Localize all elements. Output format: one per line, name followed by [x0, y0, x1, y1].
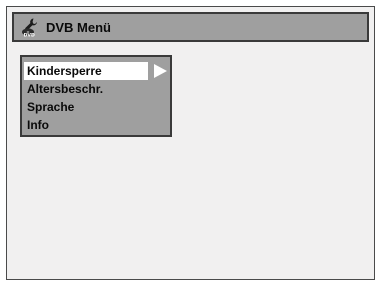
dvb-menu-screen: DVD DVB Menü Kindersperre Altersbeschr. … — [6, 6, 375, 280]
menu-item-kindersperre[interactable]: Kindersperre — [24, 62, 148, 80]
menu-list: Kindersperre Altersbeschr. Sprache Info — [24, 62, 148, 134]
menu-item-info[interactable]: Info — [24, 116, 148, 134]
menu-item-altersbeschr[interactable]: Altersbeschr. — [24, 80, 148, 98]
right-arrow-icon[interactable] — [152, 63, 168, 79]
dvd-settings-icon: DVD — [21, 17, 41, 37]
menu-item-label: Kindersperre — [27, 64, 102, 78]
page-title: DVB Menü — [46, 19, 111, 35]
svg-text:DVD: DVD — [24, 33, 35, 37]
menu-item-label: Info — [27, 118, 49, 132]
menu-item-sprache[interactable]: Sprache — [24, 98, 148, 116]
menu-item-label: Sprache — [27, 100, 75, 114]
menu-item-label: Altersbeschr. — [27, 82, 104, 96]
title-bar: DVD DVB Menü — [12, 12, 369, 42]
dvb-menu-list-panel: Kindersperre Altersbeschr. Sprache Info — [20, 55, 172, 137]
